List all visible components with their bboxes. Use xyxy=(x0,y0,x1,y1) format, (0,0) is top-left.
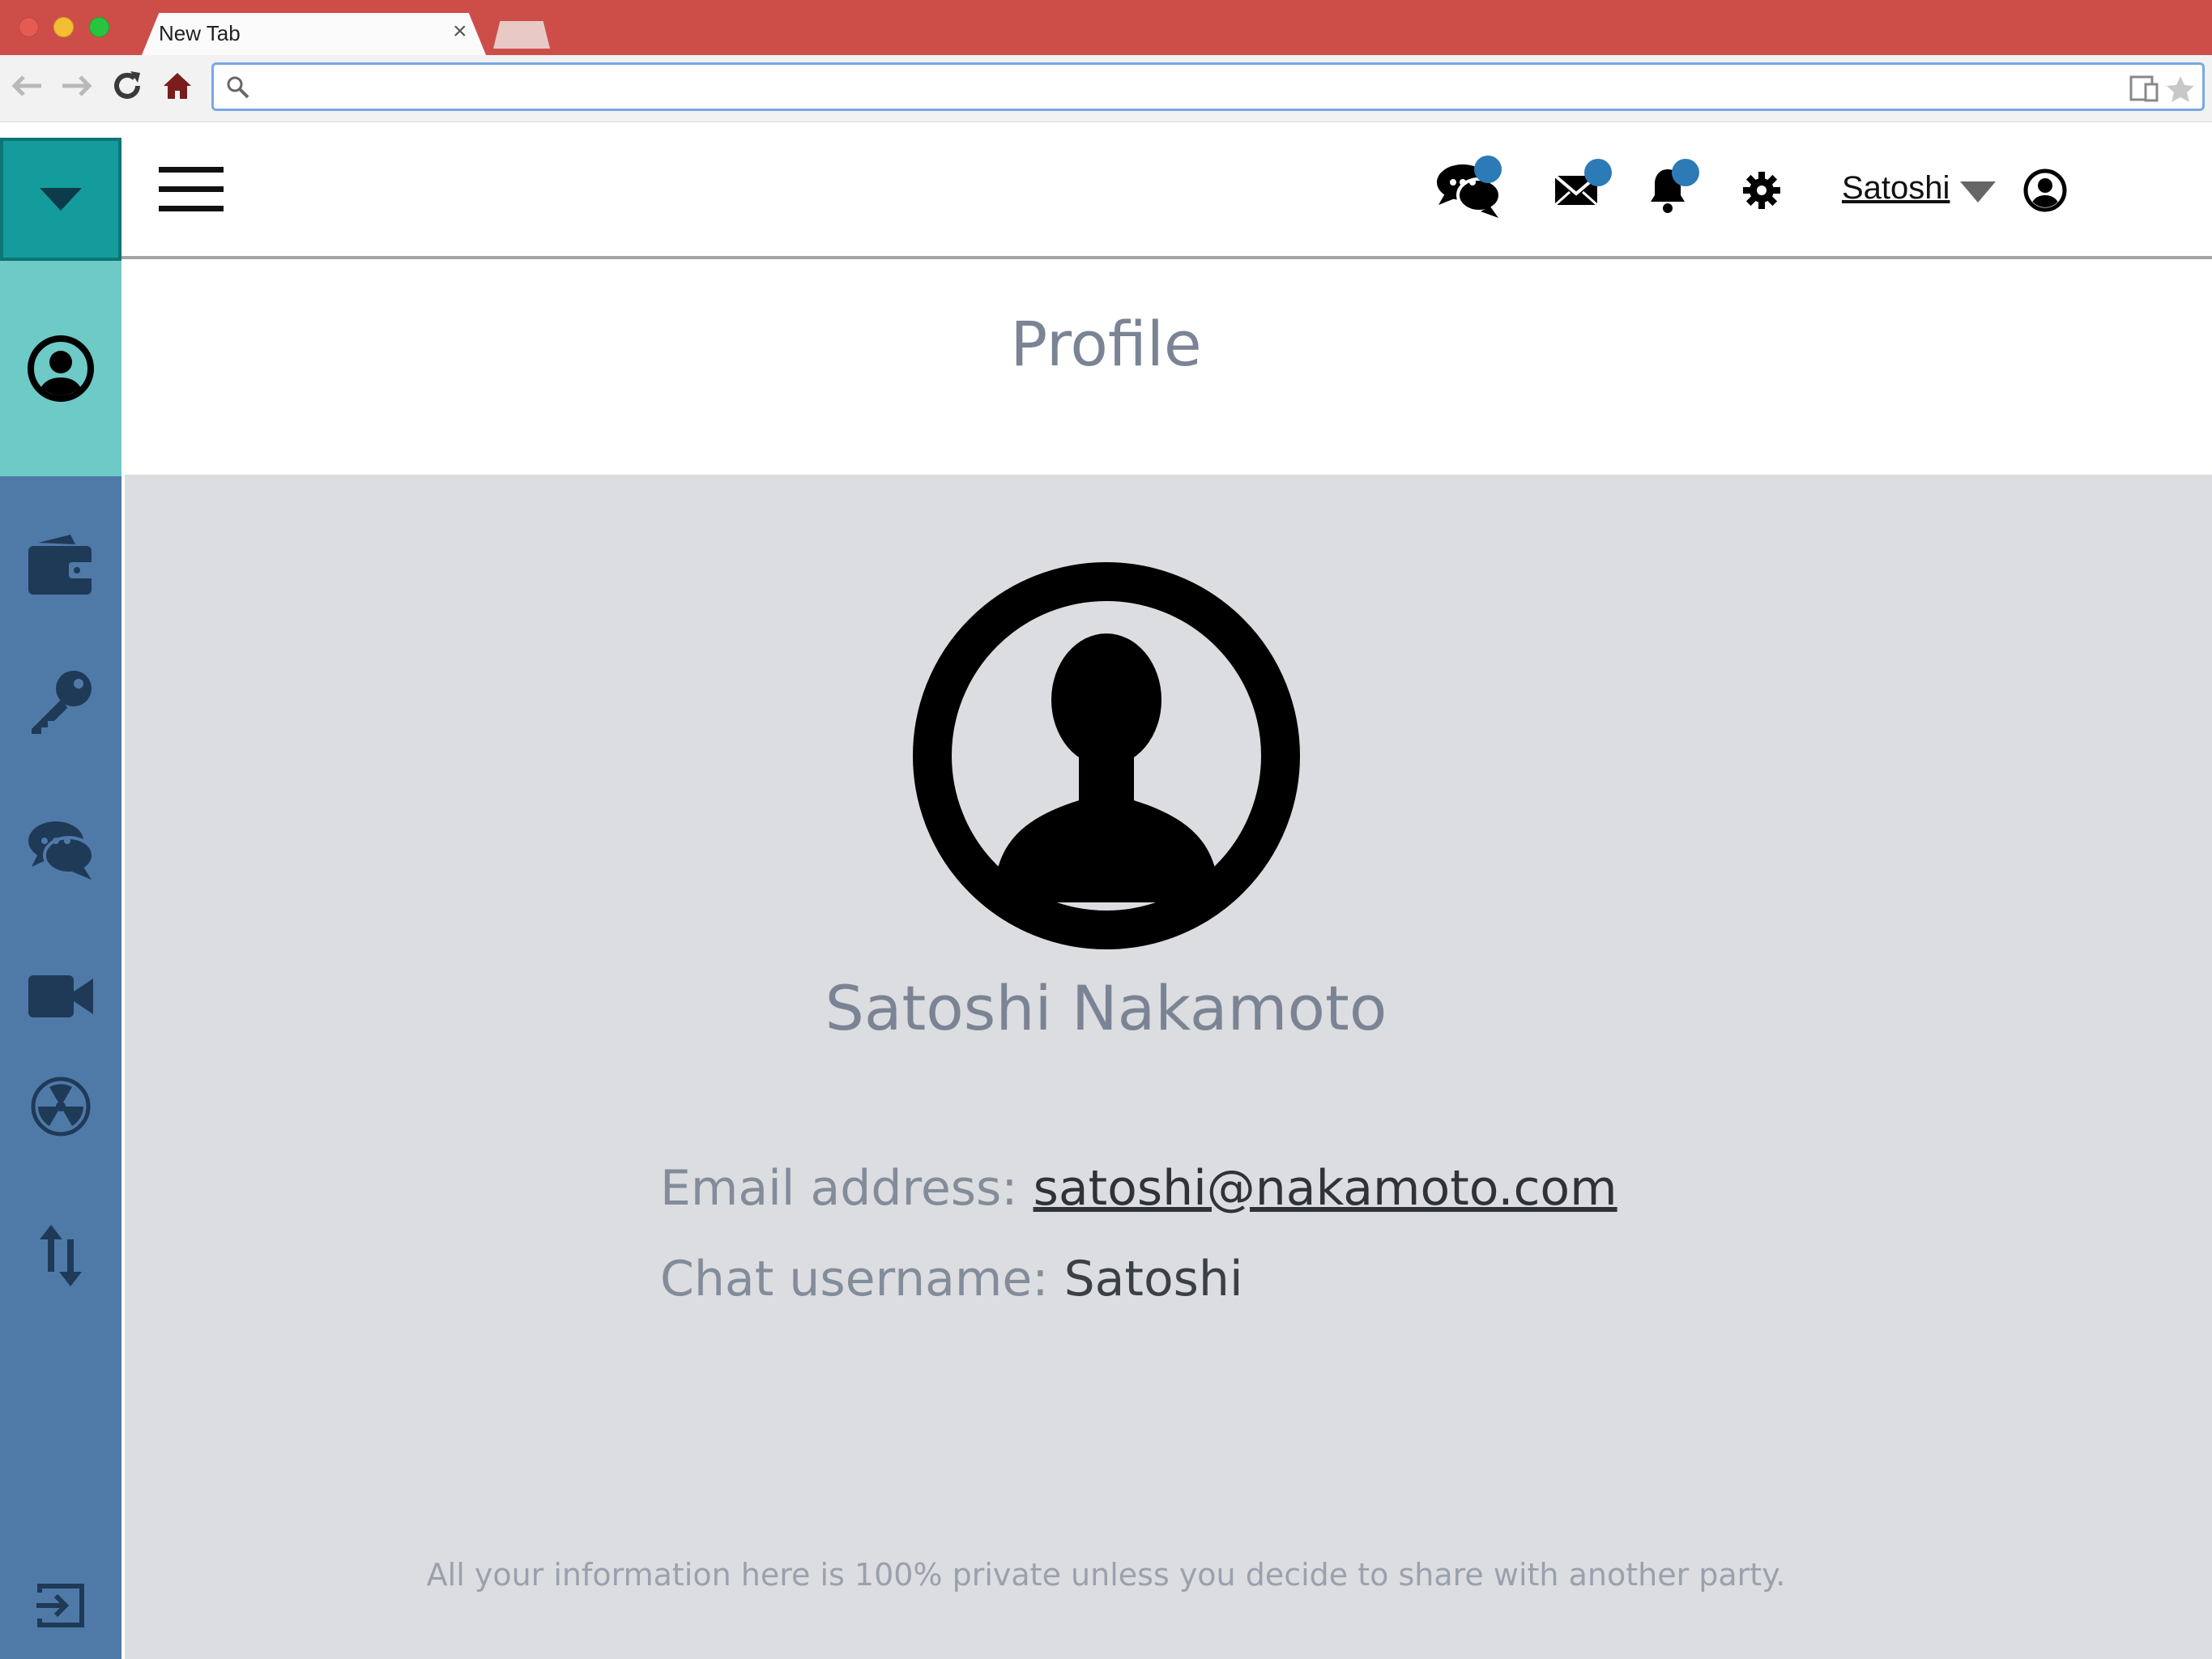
page-title: Profile xyxy=(1010,308,1202,380)
window-zoom-button[interactable] xyxy=(89,17,109,37)
sidebar-item-chat[interactable] xyxy=(0,810,121,891)
hamburger-menu-icon[interactable] xyxy=(159,167,224,212)
mail-notification-badge xyxy=(1584,159,1612,186)
sidebar-item-wallet[interactable] xyxy=(0,525,121,606)
user-avatar-icon[interactable] xyxy=(2022,158,2069,223)
radiation-icon xyxy=(31,1077,91,1137)
sidebar-item-transfer[interactable] xyxy=(0,1215,121,1296)
reload-icon[interactable] xyxy=(109,67,146,104)
tab-close-icon[interactable]: × xyxy=(453,18,467,45)
device-icon[interactable] xyxy=(2129,75,2160,105)
privacy-note: All your information here is 100% privat… xyxy=(426,1557,1786,1593)
chevron-down-icon xyxy=(40,188,82,211)
sidebar-item-radiation[interactable] xyxy=(0,1066,121,1147)
profile-full-name: Satoshi Nakamoto xyxy=(825,972,1387,1044)
address-bar[interactable] xyxy=(211,62,2205,111)
search-icon xyxy=(226,75,250,103)
window-close-button[interactable] xyxy=(19,17,39,37)
window-minimize-button[interactable] xyxy=(53,17,74,37)
sidebar-item-video[interactable] xyxy=(0,956,121,1037)
new-tab-button[interactable] xyxy=(493,21,550,49)
gear-icon[interactable] xyxy=(1741,158,1782,223)
key-icon xyxy=(32,671,92,734)
chat-bubbles-icon xyxy=(28,821,95,880)
email-link[interactable]: satoshi@nakamoto.com xyxy=(1034,1160,1617,1217)
star-icon[interactable] xyxy=(2166,75,2195,107)
chat-username-value: Satoshi xyxy=(1063,1251,1243,1307)
caret-down-icon[interactable] xyxy=(1960,181,1996,203)
chat-notification-badge xyxy=(1474,156,1502,183)
back-arrow-icon[interactable] xyxy=(8,67,45,104)
bell-notification-badge xyxy=(1672,159,1699,186)
transfer-arrows-icon xyxy=(40,1225,82,1286)
user-circle-icon xyxy=(28,335,94,402)
logout-icon xyxy=(36,1584,84,1627)
chat-username-label: Chat username: xyxy=(660,1251,1049,1307)
forward-arrow-icon[interactable] xyxy=(58,67,96,104)
tab-title: New Tab xyxy=(159,21,241,45)
sidebar-item-logout[interactable] xyxy=(0,1565,121,1646)
video-camera-icon xyxy=(28,975,93,1017)
profile-avatar-icon xyxy=(913,562,1300,949)
sidebar-toggle-button[interactable] xyxy=(0,138,121,261)
email-label: Email address: xyxy=(660,1160,1018,1217)
chat-username-row: Chat username: Satoshi xyxy=(660,1251,1243,1307)
wallet-icon xyxy=(28,535,95,595)
sidebar-item-profile[interactable] xyxy=(0,261,121,476)
home-icon[interactable] xyxy=(159,67,196,104)
user-menu-name[interactable]: Satoshi xyxy=(1842,170,1950,207)
email-row: Email address: satoshi@nakamoto.com xyxy=(660,1160,1617,1217)
sidebar-item-keys[interactable] xyxy=(0,661,121,742)
address-input[interactable] xyxy=(258,68,2125,107)
